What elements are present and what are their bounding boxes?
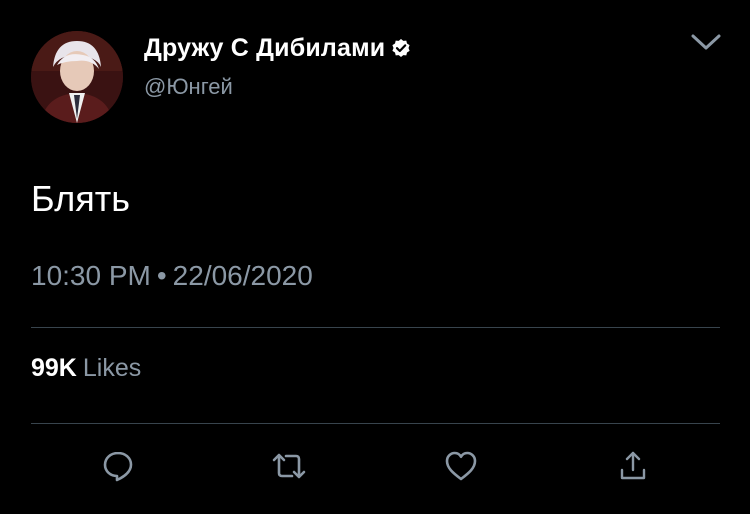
- like-button[interactable]: [441, 448, 481, 488]
- tweet-text: Блять: [31, 178, 130, 219]
- retweet-icon: [270, 449, 308, 488]
- author-display-name[interactable]: Дружу С Дибилами: [144, 34, 385, 63]
- chevron-down-icon[interactable]: [689, 30, 723, 54]
- divider: [31, 423, 720, 424]
- reply-icon: [101, 449, 135, 488]
- likes-stat[interactable]: 99K Likes: [31, 354, 141, 383]
- likes-count: 99K: [31, 354, 77, 382]
- author-name-row[interactable]: Дружу С Дибилами: [144, 33, 411, 63]
- tweet-timestamp[interactable]: 10:30 PM • 22/06/2020: [31, 260, 313, 292]
- avatar[interactable]: [31, 31, 123, 123]
- tweet-card: Дружу С Дибилами @Юнгей Блять 10:30 PM • 2…: [0, 0, 750, 514]
- verified-badge-icon: [391, 38, 411, 58]
- share-button[interactable]: [613, 448, 653, 488]
- tweet-date: 22/06/2020: [172, 260, 313, 291]
- divider: [31, 327, 720, 328]
- author-handle[interactable]: @Юнгей: [144, 74, 233, 100]
- retweet-button[interactable]: [269, 448, 309, 488]
- likes-label: Likes: [82, 354, 142, 382]
- heart-icon: [443, 449, 479, 488]
- share-icon: [618, 449, 648, 488]
- meta-separator: •: [156, 260, 167, 291]
- reply-button[interactable]: [98, 448, 138, 488]
- tweet-time: 10:30 PM: [31, 260, 151, 291]
